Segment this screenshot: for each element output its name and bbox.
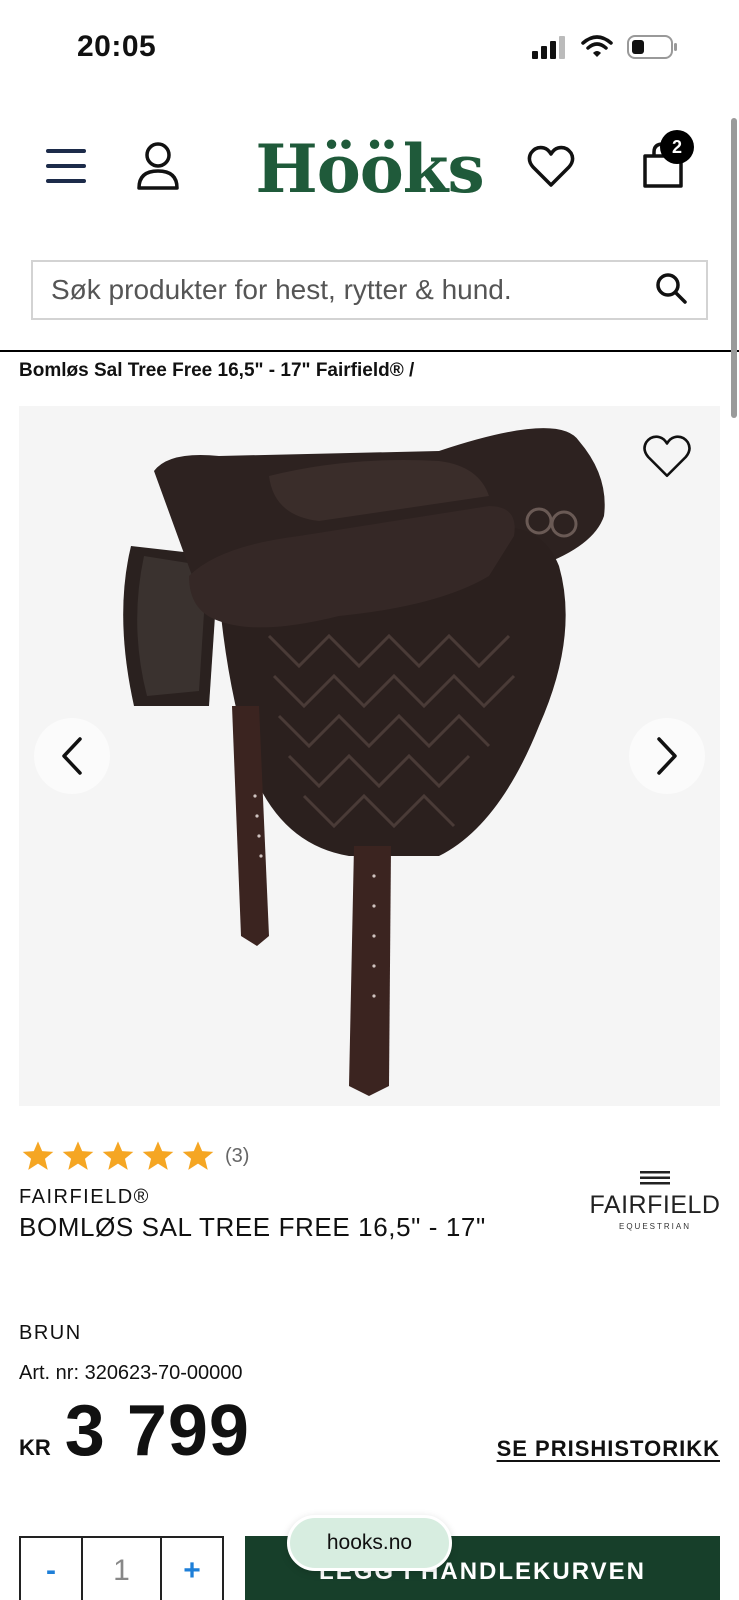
site-logo[interactable]: Hööks — [0, 130, 739, 208]
product-rating[interactable]: (3) — [21, 1140, 249, 1172]
status-time: 20:05 — [77, 30, 157, 63]
gallery-next-button[interactable] — [629, 718, 705, 794]
status-icons — [531, 32, 679, 62]
star-icon — [62, 1141, 94, 1170]
breadcrumb[interactable]: Bomløs Sal Tree Free 16,5" - 17" Fairfie… — [19, 360, 414, 382]
quantity-decrease-button[interactable]: - — [21, 1538, 81, 1600]
cart-icon[interactable]: 2 — [640, 130, 694, 192]
product-title: BOMLØS SAL TREE FREE 16,5" - 17" — [19, 1212, 486, 1242]
product-gallery[interactable] — [19, 406, 720, 1106]
search-bar — [31, 260, 708, 320]
wifi-icon — [581, 35, 613, 57]
brand-logo-sub: EQUESTRIAN — [618, 1222, 691, 1231]
chevron-left-icon — [62, 737, 82, 775]
search-icon[interactable] — [654, 271, 688, 310]
cart-count-badge: 2 — [660, 130, 694, 164]
browser-url-pill[interactable]: hooks.no — [287, 1515, 452, 1571]
price-currency: KR — [19, 1435, 51, 1460]
product-brand: FAIRFIELD® — [19, 1186, 150, 1208]
article-number: Art. nr: 320623-70-00000 — [19, 1362, 243, 1384]
gallery-prev-button[interactable] — [34, 718, 110, 794]
brand-logo[interactable]: FAIRFIELD EQUESTRIAN — [585, 1170, 725, 1231]
product-image — [123, 428, 605, 1096]
product-price: KR 3 799 — [19, 1390, 250, 1472]
star-icon — [142, 1141, 174, 1170]
chevron-right-icon — [657, 737, 677, 775]
page-scrollbar[interactable] — [731, 118, 737, 418]
menu-icon[interactable] — [40, 140, 92, 192]
header-divider — [0, 350, 739, 352]
wishlist-icon[interactable] — [525, 142, 577, 192]
product-wishlist-icon[interactable] — [642, 434, 692, 485]
account-icon[interactable] — [132, 138, 184, 194]
brand-logo-name: FAIRFIELD — [589, 1191, 721, 1219]
signal-icon — [532, 36, 565, 59]
quantity-value[interactable]: 1 — [81, 1538, 162, 1600]
star-icon — [22, 1141, 54, 1170]
price-history-link[interactable]: SE PRISHISTORIKK — [497, 1436, 720, 1462]
search-input[interactable] — [51, 274, 654, 306]
rating-count: (3) — [225, 1144, 250, 1167]
status-bar: 20:05 — [0, 0, 739, 100]
star-icon — [182, 1141, 214, 1170]
price-amount: 3 799 — [64, 1391, 250, 1471]
quantity-stepper: - 1 + — [19, 1536, 224, 1600]
brand-logo-mark-icon — [640, 1171, 670, 1185]
site-header: Hööks 2 — [0, 110, 739, 230]
quantity-increase-button[interactable]: + — [162, 1538, 222, 1600]
product-color: BRUN — [19, 1322, 82, 1344]
battery-icon — [627, 35, 677, 59]
star-icon — [102, 1141, 134, 1170]
